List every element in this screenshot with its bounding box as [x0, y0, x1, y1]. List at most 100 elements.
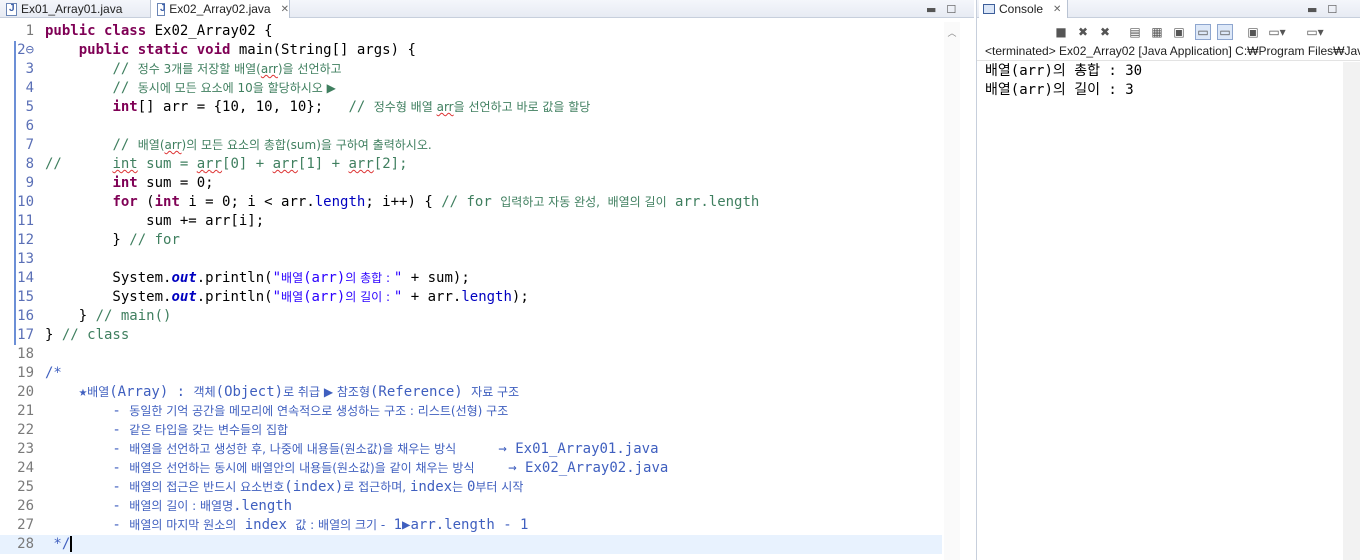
maximize-console-icon[interactable]: ☐ — [1327, 3, 1337, 16]
word-wrap-icon[interactable]: ▦ — [1149, 24, 1165, 40]
remove-launch-icon[interactable]: ✖ — [1075, 24, 1091, 40]
code-line[interactable]: public static void main(String[] args) { — [45, 41, 416, 60]
change-marker — [14, 136, 16, 155]
code-line[interactable]: */ — [45, 535, 73, 554]
open-console-icon[interactable]: ▭▾ — [1268, 24, 1285, 40]
code-line[interactable]: int sum = 0; — [45, 174, 213, 193]
console-scrollbar[interactable] — [1343, 62, 1360, 560]
code-line[interactable]: // 동시에 모든 요소에 10을 할당하시오 ▶ — [45, 79, 335, 98]
console-status: <terminated> Ex02_Array02 [Java Applicat… — [985, 44, 1360, 58]
line-number: 9 — [25, 175, 34, 191]
line-number: 18 — [17, 346, 34, 362]
divider — [977, 60, 1360, 61]
change-marker — [14, 307, 16, 326]
change-marker — [14, 79, 16, 98]
code-line[interactable]: public class Ex02_Array02 { — [45, 22, 273, 41]
line-number: 16 — [17, 308, 34, 324]
change-marker — [14, 212, 16, 231]
code-line[interactable]: - 동일한 기억 공간을 메모리에 연속적으로 생성하는 구조 : 리스트(선형… — [45, 402, 508, 421]
line-number: 7 — [25, 137, 34, 153]
change-marker — [14, 117, 16, 136]
code-line[interactable]: // int sum = arr[0] + arr[1] + arr[2]; — [45, 155, 408, 174]
line-number: 23 — [17, 441, 34, 457]
tab-label: Ex01_Array01.java — [21, 2, 123, 16]
line-number: 3 — [25, 61, 34, 77]
change-marker — [14, 250, 16, 269]
line-number: 26 — [17, 498, 34, 514]
change-marker — [14, 174, 16, 193]
change-marker — [14, 269, 16, 288]
code-line[interactable]: sum += arr[i]; — [45, 212, 264, 231]
console-output-line: 배열(arr)의 총합 : 30 — [985, 63, 1143, 79]
line-number: 1 — [25, 23, 34, 39]
show-stderr-icon[interactable]: ▭ — [1195, 24, 1211, 40]
change-marker — [14, 98, 16, 117]
line-number: 10 — [17, 194, 34, 210]
terminate-icon[interactable]: ■ — [1053, 24, 1069, 40]
pin-console-icon[interactable]: ▭ — [1217, 24, 1233, 40]
console-icon — [983, 4, 995, 14]
line-number: 25 — [17, 479, 34, 495]
line-number: 22 — [17, 422, 34, 438]
code-editor[interactable]: Ex01_Array01.java Ex02_Array02.java ✕ ▬ … — [0, 0, 974, 560]
scroll-lock-icon[interactable]: ▤ — [1127, 24, 1143, 40]
change-marker — [14, 231, 16, 250]
code-line[interactable]: - 배열을 선언하고 생성한 후, 나중에 내용들(원소값)을 채우는 방식 →… — [45, 440, 658, 459]
line-number: 27 — [17, 517, 34, 533]
line-number: 13 — [17, 251, 34, 267]
change-marker — [14, 326, 16, 345]
code-line[interactable]: - 배열의 접근은 반드시 요소번호(index)로 접근하며, index는 … — [45, 478, 523, 497]
code-line[interactable]: System.out.println("배열(arr)의 길이 : " + ar… — [45, 288, 528, 307]
console-tab-label: Console — [999, 2, 1044, 16]
console-output-line: 배열(arr)의 길이 : 3 — [985, 82, 1134, 98]
maximize-icon[interactable]: ☐ — [946, 3, 956, 16]
show-stdout-icon[interactable]: ▣ — [1171, 24, 1187, 40]
view-menu-icon[interactable]: ▭▾ — [1306, 24, 1323, 40]
code-line[interactable]: int[] arr = {10, 10, 10}; // 정수형 배열 arr을… — [45, 98, 590, 117]
scroll-up-icon[interactable]: ︿ — [947, 26, 957, 39]
close-tab-icon[interactable]: ✕ — [281, 4, 289, 15]
code-line[interactable]: - 배열은 선언하는 동시에 배열안의 내용들(원소값)을 같이 채우는 방식 … — [45, 459, 668, 478]
code-line[interactable]: ★배열(Array) : 객체(Object)로 취급 ▶ 참조형(Refere… — [45, 383, 519, 402]
line-number: 6 — [25, 118, 34, 134]
line-number: 15 — [17, 289, 34, 305]
console-header: Console ✕ ▬ ☐ — [977, 0, 1360, 18]
change-marker — [14, 288, 16, 307]
code-line[interactable]: for (int i = 0; i < arr.length; i++) { /… — [45, 193, 759, 212]
code-area[interactable]: 1 public class Ex02_Array02 { 2⊖ public st… — [0, 22, 960, 560]
line-number: 5 — [25, 99, 34, 115]
tab-console[interactable]: Console ✕ — [979, 0, 1069, 18]
java-file-icon — [6, 2, 17, 16]
code-line[interactable]: /* — [45, 364, 62, 383]
code-line[interactable]: - 같은 타입을 갖는 변수들의 집합 — [45, 421, 288, 440]
line-number: 21 — [17, 403, 34, 419]
line-number: 24 — [17, 460, 34, 476]
code-line[interactable]: - 배열의 길이 : 배열명.length — [45, 497, 292, 516]
tab-ex01-array01[interactable]: Ex01_Array01.java — [0, 0, 146, 18]
remove-all-icon[interactable]: ✖ — [1097, 24, 1113, 40]
tab-label: Ex02_Array02.java — [169, 2, 271, 16]
current-line-highlight — [0, 535, 942, 554]
minimize-console-icon[interactable]: ▬ — [1307, 3, 1317, 16]
tab-ex02-array02[interactable]: Ex02_Array02.java ✕ — [150, 0, 290, 18]
line-number: 11 — [17, 213, 34, 229]
line-number: 2⊖ — [17, 42, 34, 58]
editor-tab-bar: Ex01_Array01.java Ex02_Array02.java ✕ ▬ … — [0, 0, 974, 18]
code-line[interactable]: } // for — [45, 231, 179, 250]
java-file-icon — [157, 2, 166, 16]
editor-scrollbar[interactable]: ︿ — [944, 22, 960, 560]
code-line[interactable]: } // class — [45, 326, 129, 345]
minimize-icon[interactable]: ▬ — [926, 3, 936, 16]
code-line[interactable]: - 배열의 마지막 원소의 index 값 : 배열의 크기 - 1▶arr.l… — [45, 516, 528, 535]
line-number: 14 — [17, 270, 34, 286]
line-number: 20 — [17, 384, 34, 400]
code-line[interactable]: // 정수 3개를 저장할 배열(arr)을 선언하고 — [45, 60, 341, 79]
change-marker — [14, 155, 16, 174]
code-line[interactable]: // 배열(arr)의 모든 요소의 총합(sum)을 구하여 출력하시오. — [45, 136, 431, 155]
code-line[interactable]: } // main() — [45, 307, 172, 326]
close-console-icon[interactable]: ✕ — [1053, 4, 1061, 15]
code-line[interactable]: System.out.println("배열(arr)의 총합 : " + su… — [45, 269, 469, 288]
console-view: Console ✕ ▬ ☐ ■ ✖ ✖ ▤ ▦ ▣ ▭ ▭ ▣ ▭▾ ▭▾ <t… — [976, 0, 1360, 560]
line-number: 8 — [25, 156, 34, 172]
display-console-icon[interactable]: ▣ — [1245, 24, 1261, 40]
